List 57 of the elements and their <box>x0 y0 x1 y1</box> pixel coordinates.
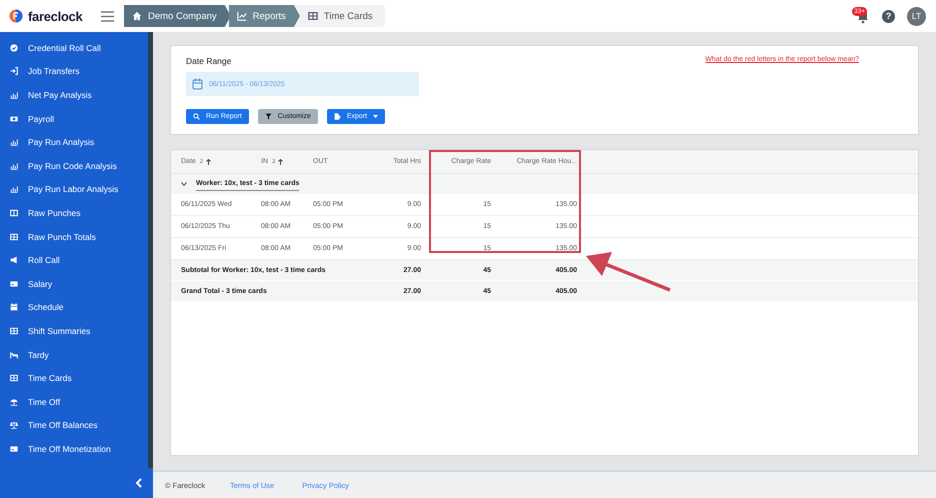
umbrella-icon <box>10 398 18 406</box>
date-range-label: Date Range <box>186 56 232 66</box>
home-icon <box>132 11 142 21</box>
check-circle-icon <box>10 44 18 52</box>
bar-chart-icon <box>10 162 18 170</box>
sidebar-item[interactable]: Raw Punches <box>0 201 148 225</box>
breadcrumb[interactable]: Demo Company <box>124 5 231 27</box>
bed-icon <box>10 350 18 359</box>
table-icon <box>308 11 318 21</box>
calendar-icon <box>10 303 18 312</box>
caret-icon <box>373 114 378 118</box>
sidebar-item[interactable]: Roll Call <box>0 248 148 272</box>
file-export-icon <box>334 112 341 120</box>
sidebar-item[interactable]: Pay Run Analysis <box>0 130 148 154</box>
table-icon <box>10 232 18 241</box>
sidebar-item[interactable]: Shift Summaries <box>0 319 148 343</box>
search-icon <box>193 112 200 120</box>
logo-text: fareclock <box>28 8 82 24</box>
sidebar-item[interactable]: Net Pay Analysis <box>0 83 148 107</box>
sidebar-item[interactable]: Tardy <box>0 342 148 366</box>
sidebar-item[interactable]: Time Cards <box>0 366 148 390</box>
sidebar-item[interactable]: Pay Run Labor Analysis <box>0 178 148 202</box>
chevron-down-icon[interactable] <box>181 182 187 186</box>
line-chart-icon <box>236 11 247 21</box>
sidebar-item[interactable]: Time Off Monetization <box>0 437 148 461</box>
breadcrumb[interactable]: Time Cards <box>298 5 387 27</box>
menu-icon[interactable] <box>101 10 114 22</box>
logo-icon <box>9 9 23 23</box>
sidebar-item[interactable]: Pay Run Code Analysis <box>0 154 148 178</box>
breadcrumb[interactable]: Reports <box>228 5 300 27</box>
card-icon <box>10 444 18 453</box>
sidebar-item[interactable]: Time Off <box>0 390 148 414</box>
sidebar-item[interactable]: Payroll <box>0 106 148 130</box>
bar-chart-icon <box>10 138 18 146</box>
bar-chart-icon <box>10 185 18 194</box>
bar-chart-icon <box>10 90 18 99</box>
calendar-icon <box>192 78 203 90</box>
collapse-chevron-icon[interactable] <box>135 478 143 488</box>
user-avatar[interactable]: LT <box>907 6 926 26</box>
table-icon <box>10 326 18 335</box>
sidebar-item[interactable]: Salary <box>0 272 148 296</box>
scale-icon <box>10 421 18 430</box>
sign-in-icon <box>10 67 18 76</box>
cash-icon <box>10 114 18 123</box>
sort-arrow-icon <box>278 158 284 164</box>
sidebar-item[interactable]: Job Transfers <box>0 60 148 84</box>
columns-icon <box>10 208 18 217</box>
megaphone-icon <box>10 256 18 264</box>
sidebar-item[interactable]: Time Off Balances <box>0 414 148 438</box>
filter-icon <box>264 112 272 120</box>
card-icon <box>10 280 18 288</box>
sort-arrow-icon <box>206 158 212 164</box>
help-button[interactable]: ? <box>882 10 895 22</box>
sidebar-item[interactable]: Schedule <box>0 296 148 320</box>
table-icon <box>10 374 18 382</box>
sidebar-item[interactable]: Raw Punch Totals <box>0 224 148 248</box>
sidebar-item[interactable]: Credential Roll Call <box>0 36 148 60</box>
